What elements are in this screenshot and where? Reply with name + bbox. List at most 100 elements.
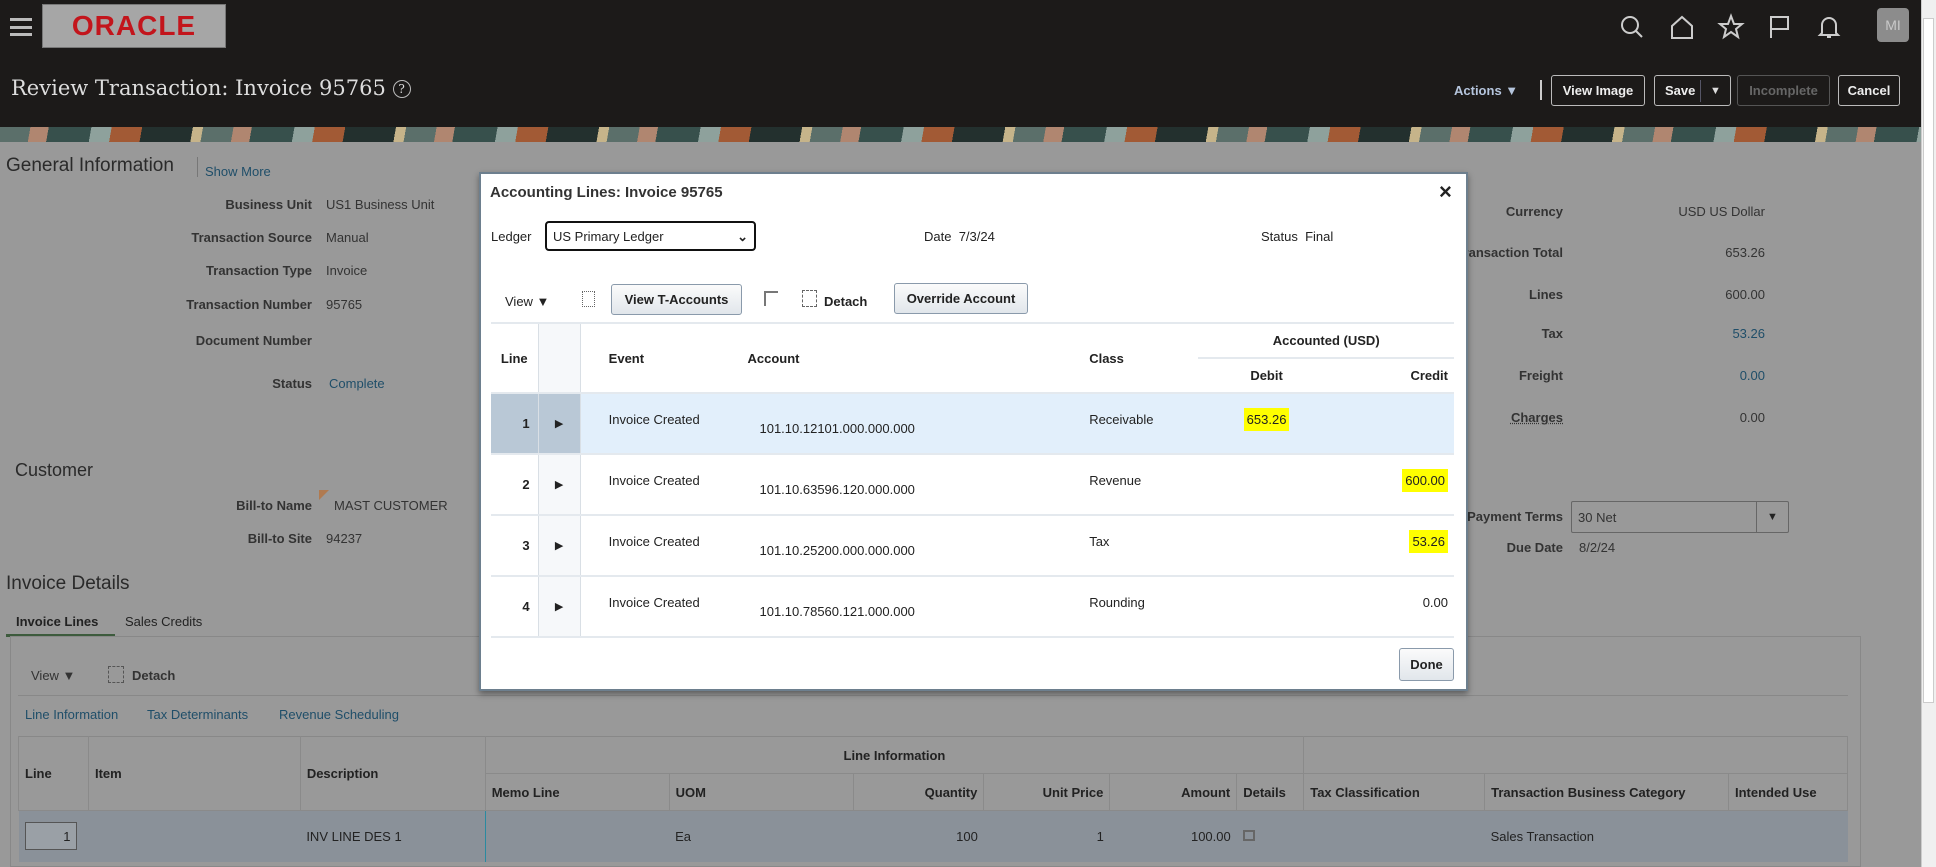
account-cell: 101.10.25200.000.000.000 bbox=[735, 515, 1081, 576]
chevron-down-icon: ⌄ bbox=[737, 229, 748, 243]
column-header-item[interactable]: Item bbox=[88, 737, 300, 811]
group-header-accounted-usd: Accounted (USD) bbox=[1198, 323, 1454, 358]
wrap-icon[interactable] bbox=[764, 291, 778, 306]
expand-icon[interactable]: ▶ bbox=[538, 515, 580, 576]
invoice-lines-table: Line Item Description Line Information M… bbox=[18, 736, 1848, 862]
group-header-line-information: Line Information bbox=[485, 737, 1304, 774]
field-value: US1 Business Unit bbox=[326, 197, 434, 212]
column-header-uom[interactable]: UOM bbox=[669, 774, 854, 811]
table-row[interactable]: 2 ▶ Invoice Created 101.10.63596.120.000… bbox=[491, 454, 1454, 515]
divider bbox=[18, 695, 1848, 696]
expand-icon[interactable]: ▶ bbox=[538, 393, 580, 454]
tax-determinants-link[interactable]: Tax Determinants bbox=[147, 707, 248, 722]
credit-cell: 53.26 bbox=[1409, 530, 1448, 553]
status-label: Status bbox=[1261, 229, 1298, 244]
account-cell: 101.10.12101.000.000.000 bbox=[735, 393, 1081, 454]
column-header-intended-use[interactable]: Intended Use bbox=[1728, 774, 1847, 811]
menu-icon[interactable] bbox=[10, 18, 32, 36]
help-icon[interactable]: ? bbox=[393, 80, 411, 98]
details-icon[interactable] bbox=[1243, 830, 1255, 841]
star-icon[interactable] bbox=[1716, 12, 1746, 42]
done-button[interactable]: Done bbox=[1399, 648, 1454, 681]
chevron-down-icon[interactable]: ▼ bbox=[1756, 502, 1788, 532]
unit-price-cell: 1 bbox=[984, 811, 1110, 862]
credit-cell: 0.00 bbox=[1423, 595, 1448, 610]
save-menu-button[interactable]: ▼ bbox=[1700, 80, 1730, 102]
table-row[interactable]: 1 ▶ Invoice Created 101.10.12101.000.000… bbox=[491, 393, 1454, 454]
column-header-debit[interactable]: Debit bbox=[1198, 358, 1334, 393]
column-header-description[interactable]: Description bbox=[300, 737, 485, 811]
column-header-memo-line[interactable]: Memo Line bbox=[485, 774, 669, 811]
tab-sales-credits[interactable]: Sales Credits bbox=[125, 614, 202, 629]
class-cell: Revenue bbox=[1081, 454, 1198, 515]
line-cell: 4 bbox=[491, 576, 538, 637]
event-cell: Invoice Created bbox=[580, 454, 735, 515]
column-header-transaction-business-category[interactable]: Transaction Business Category bbox=[1485, 774, 1729, 811]
line-number-input[interactable]: 1 bbox=[25, 822, 77, 850]
column-header-class[interactable]: Class bbox=[1081, 323, 1198, 393]
column-header-account[interactable]: Account bbox=[735, 323, 1081, 393]
column-header-event[interactable]: Event bbox=[580, 323, 735, 393]
page-title: Review Transaction: Invoice 95765 ? bbox=[11, 76, 411, 100]
field-value: 653.26 bbox=[1600, 245, 1765, 260]
detach-button[interactable]: Detach bbox=[824, 294, 867, 309]
line-information-link[interactable]: Line Information bbox=[25, 707, 118, 722]
field-value: Manual bbox=[326, 230, 369, 245]
bell-icon[interactable] bbox=[1814, 12, 1844, 42]
view-menu[interactable]: View ▼ bbox=[31, 668, 75, 683]
column-header-quantity[interactable]: Quantity bbox=[854, 774, 984, 811]
ledger-select[interactable]: US Primary Ledger⌄ bbox=[545, 221, 756, 251]
field-label: Status bbox=[52, 376, 312, 391]
view-image-button[interactable]: View Image bbox=[1551, 75, 1645, 106]
column-header-line[interactable]: Line bbox=[491, 323, 538, 393]
divider bbox=[197, 157, 198, 177]
description-cell: INV LINE DES 1 bbox=[300, 811, 485, 862]
invoice-details-heading: Invoice Details bbox=[6, 573, 130, 595]
column-header-expander bbox=[538, 323, 580, 393]
column-header-amount[interactable]: Amount bbox=[1110, 774, 1237, 811]
user-avatar[interactable]: MI bbox=[1877, 8, 1909, 42]
category-cell: Sales Transaction bbox=[1485, 811, 1729, 862]
payment-terms-select[interactable]: 30 Net ▼ bbox=[1571, 501, 1789, 533]
revenue-scheduling-link[interactable]: Revenue Scheduling bbox=[279, 707, 399, 722]
view-menu[interactable]: View ▼ bbox=[505, 294, 549, 309]
scrollbar-thumb[interactable] bbox=[1923, 18, 1934, 703]
column-header-unit-price[interactable]: Unit Price bbox=[984, 774, 1110, 811]
detach-button[interactable]: Detach bbox=[132, 668, 175, 683]
expand-icon[interactable]: ▶ bbox=[538, 576, 580, 637]
show-more-link[interactable]: Show More bbox=[205, 164, 271, 179]
detach-icon[interactable] bbox=[108, 666, 124, 683]
field-label: Transaction Source bbox=[52, 230, 312, 245]
column-header-credit[interactable]: Credit bbox=[1335, 358, 1454, 393]
detach-icon[interactable] bbox=[802, 290, 817, 307]
oracle-logo[interactable]: ORACLE bbox=[42, 4, 226, 48]
bill-to-site-label: Bill-to Site bbox=[52, 531, 312, 546]
override-account-button[interactable]: Override Account bbox=[894, 283, 1028, 314]
account-cell: 101.10.63596.120.000.000 bbox=[735, 454, 1081, 515]
view-t-accounts-button[interactable]: View T-Accounts bbox=[611, 284, 742, 315]
column-header-line[interactable]: Line bbox=[19, 737, 89, 811]
home-icon[interactable] bbox=[1667, 12, 1697, 42]
table-row[interactable]: 4 ▶ Invoice Created 101.10.78560.121.000… bbox=[491, 576, 1454, 637]
intended-use-cell bbox=[1728, 811, 1847, 862]
customer-heading: Customer bbox=[15, 460, 93, 481]
class-cell: Receivable bbox=[1081, 393, 1198, 454]
table-row[interactable]: 1 INV LINE DES 1 Ea 100 1 100.00 Sales T… bbox=[19, 811, 1848, 862]
cancel-button[interactable]: Cancel bbox=[1838, 75, 1900, 106]
freeze-columns-icon[interactable] bbox=[582, 291, 595, 307]
tab-invoice-lines[interactable]: Invoice Lines bbox=[16, 614, 98, 629]
table-row[interactable]: 3 ▶ Invoice Created 101.10.25200.000.000… bbox=[491, 515, 1454, 576]
actions-menu[interactable]: Actions ▼ bbox=[1454, 83, 1518, 98]
search-icon[interactable] bbox=[1617, 12, 1647, 42]
column-header-tax-classification[interactable]: Tax Classification bbox=[1304, 774, 1485, 811]
column-header-details[interactable]: Details bbox=[1237, 774, 1304, 811]
status-value: Final bbox=[1305, 229, 1333, 244]
item-cell bbox=[88, 811, 300, 862]
field-value: 600.00 bbox=[1600, 287, 1765, 302]
expand-icon[interactable]: ▶ bbox=[538, 454, 580, 515]
general-information-heading: General Information bbox=[6, 155, 174, 177]
field-value[interactable]: Complete bbox=[329, 376, 385, 391]
close-icon[interactable]: × bbox=[1439, 179, 1452, 205]
flag-icon[interactable] bbox=[1764, 12, 1794, 42]
bill-to-name-value[interactable]: MAST CUSTOMER bbox=[334, 498, 448, 513]
